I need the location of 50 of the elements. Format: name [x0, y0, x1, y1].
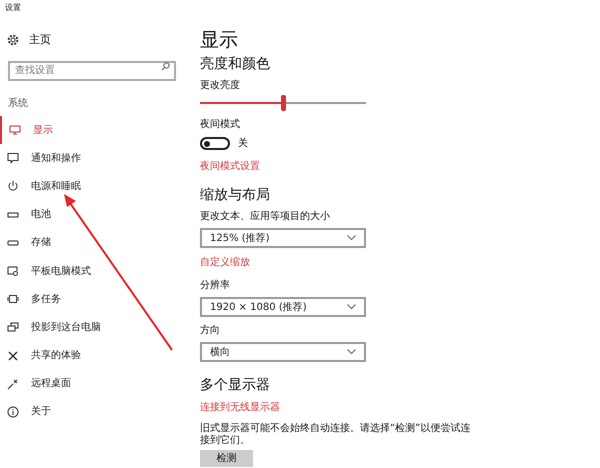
projector-icon — [7, 321, 19, 334]
monitor-icon — [9, 124, 21, 136]
night-mode-label: 夜间模式 — [200, 118, 241, 132]
nav-item[interactable]: 平板电脑模式 — [0, 256, 190, 286]
wireless-display-link[interactable]: 连接到无线显示器 — [200, 400, 490, 415]
toggle-state: 关 — [238, 136, 248, 151]
message-icon — [7, 152, 19, 164]
detect-button[interactable]: 检测 — [200, 450, 253, 467]
slider-thumb[interactable] — [281, 95, 286, 111]
share-icon — [7, 350, 19, 362]
gear-icon — [7, 34, 19, 46]
section-label: 系统 — [7, 96, 29, 111]
nav-item[interactable]: 电池 — [0, 200, 190, 229]
section-heading: 多个显示器 — [200, 376, 271, 394]
tablet-icon — [7, 265, 19, 278]
brightness-label: 更改亮度 — [200, 78, 241, 93]
chevron-down-icon — [347, 304, 356, 310]
brightness-slider[interactable] — [200, 95, 366, 111]
page-title: 显示 — [200, 28, 239, 52]
search-field[interactable]: 查找设置 — [8, 60, 176, 80]
night-settings-link[interactable]: 夜间模式设置 — [200, 159, 490, 174]
chevron-down-icon — [347, 349, 356, 355]
nav-item[interactable]: 电源和睡眠 — [0, 172, 190, 201]
size-label: 更改文本、应用等项目的大小 — [200, 210, 331, 224]
home-item[interactable]: 主页 — [0, 28, 190, 52]
nav-item[interactable]: 显示 — [0, 116, 190, 144]
orientation-label: 方向 — [200, 324, 221, 338]
info-icon — [7, 406, 19, 418]
nav-item[interactable]: 存储 — [0, 228, 190, 257]
nav-item[interactable]: 投影到这台电脑 — [0, 313, 190, 342]
nav-item[interactable]: 远程桌面 — [0, 370, 190, 398]
search-icon — [161, 62, 170, 70]
power-icon — [7, 180, 19, 192]
chevron-down-icon — [347, 235, 356, 241]
description-text: 旧式显示器可能不会始终自动连接。请选择“检测”以便尝试连接到它们。 — [200, 423, 472, 447]
section-heading: 亮度和颜色 — [200, 55, 271, 73]
resolution-label: 分辨率 — [200, 278, 231, 293]
custom-scale-link[interactable]: 自定义缩放 — [200, 255, 490, 270]
windows-icon — [7, 293, 19, 306]
nav-item[interactable]: 通知和操作 — [0, 144, 190, 172]
toggle-switch[interactable] — [200, 137, 230, 150]
nav-item[interactable]: 共享的体验 — [0, 342, 190, 370]
window-title: 设置 — [4, 2, 22, 14]
nav-item[interactable]: 多任务 — [0, 285, 190, 314]
dropdown[interactable]: 125% (推荐) — [200, 228, 366, 248]
remote-icon — [7, 378, 19, 390]
nav-item[interactable]: 关于 — [0, 398, 190, 426]
dropdown[interactable]: 横向 — [200, 342, 366, 362]
section-heading: 缩放与布局 — [200, 186, 271, 204]
dropdown[interactable]: 1920 × 1080 (推荐) — [200, 297, 366, 317]
